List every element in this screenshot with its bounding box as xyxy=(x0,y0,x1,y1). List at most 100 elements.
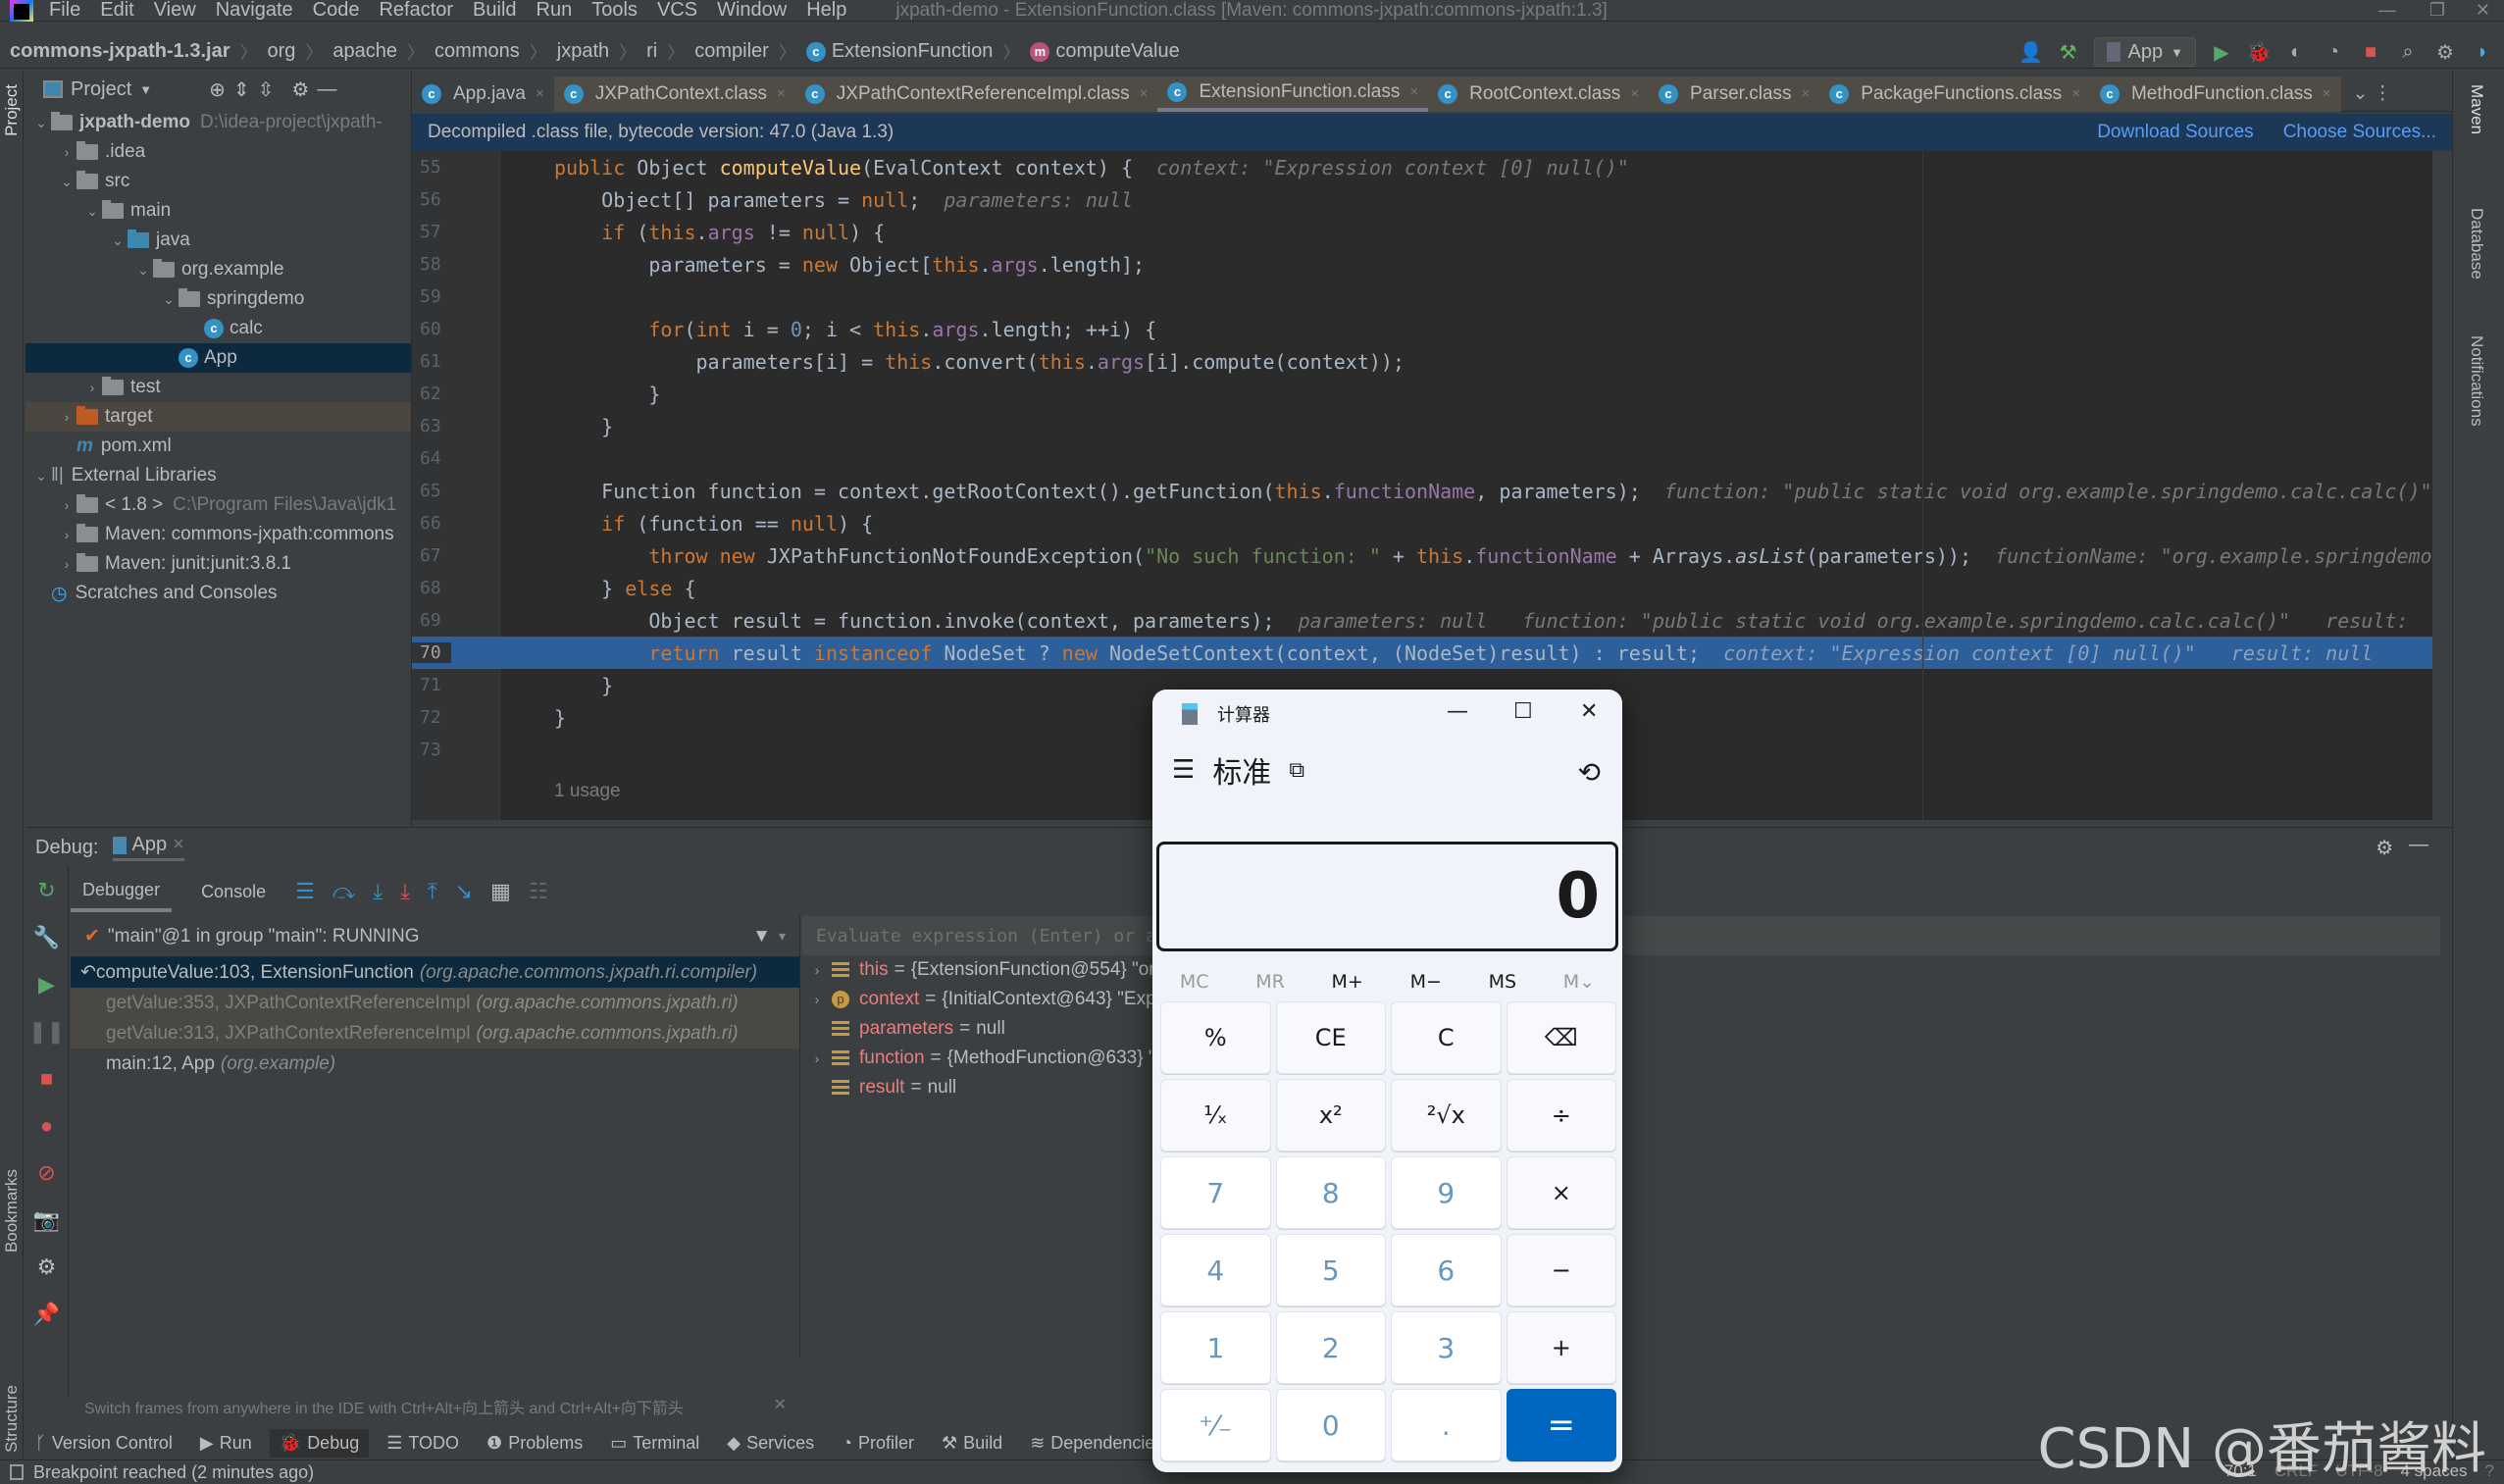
key-sqrt[interactable]: ²√x xyxy=(1391,1079,1502,1151)
menu-help[interactable]: Help xyxy=(806,0,846,22)
hamburger-menu-icon[interactable]: ☰ xyxy=(1172,755,1195,785)
chevron-down-icon[interactable]: ⌄ xyxy=(31,115,51,131)
key-0[interactable]: 0 xyxy=(1275,1389,1386,1461)
pin-tab-icon[interactable]: 📌 xyxy=(26,1291,68,1338)
force-step-into-icon[interactable]: ⤓ xyxy=(400,879,410,904)
key-add[interactable]: + xyxy=(1506,1311,1616,1384)
settings-gear-icon[interactable]: ⚙ xyxy=(2433,40,2457,64)
chevron-right-icon[interactable]: › xyxy=(802,962,832,978)
key-subtract[interactable]: − xyxy=(1506,1234,1616,1306)
hide-icon[interactable]: — xyxy=(317,78,336,101)
download-sources-link[interactable]: Download Sources xyxy=(2097,122,2253,143)
menu-navigate[interactable]: Navigate xyxy=(216,0,293,22)
menu-file[interactable]: File xyxy=(49,0,80,22)
close-tab-icon[interactable]: × xyxy=(1630,85,1639,102)
key-decimal[interactable]: . xyxy=(1391,1389,1502,1461)
collapse-all-icon[interactable]: ⇳ xyxy=(258,77,275,102)
trace-stream-icon[interactable]: ☷ xyxy=(529,879,548,904)
breadcrumb-org[interactable]: org xyxy=(268,39,296,65)
show-execution-point-icon[interactable]: ☰ xyxy=(295,879,315,904)
debug-icon[interactable]: 🐞 xyxy=(2247,40,2272,64)
get-thread-dump-icon[interactable]: 📷 xyxy=(26,1197,68,1244)
evaluate-expression-icon[interactable]: ▦ xyxy=(490,879,511,904)
key-4[interactable]: 4 xyxy=(1160,1234,1271,1306)
key-8[interactable]: 8 xyxy=(1275,1156,1386,1229)
thread-dropdown-icon[interactable]: ▾ xyxy=(779,928,786,945)
view-breakpoints-icon[interactable]: ● xyxy=(26,1102,68,1150)
calc-maximize-icon[interactable]: ☐ xyxy=(1513,699,1533,724)
menu-view[interactable]: View xyxy=(154,0,196,22)
menu-edit[interactable]: Edit xyxy=(100,0,133,22)
resume-icon[interactable]: ▶ xyxy=(26,961,68,1008)
close-session-icon[interactable]: × xyxy=(173,834,184,856)
code-line[interactable]: 57 if (this.args != null) { xyxy=(412,216,2432,248)
debug-session-tab[interactable]: App × xyxy=(112,834,184,861)
chevron-down-icon[interactable]: ⌄ xyxy=(108,232,128,249)
toolwindow-debug[interactable]: 🐞 Debug xyxy=(269,1428,370,1458)
search-icon[interactable]: ⌕ xyxy=(2396,40,2420,64)
close-icon[interactable]: ✕ xyxy=(2476,0,2490,21)
tab-app-java[interactable]: c App.java × xyxy=(412,76,554,112)
stack-frame[interactable]: ↶ computeValue:103, ExtensionFunction (or… xyxy=(71,957,799,988)
key-2[interactable]: 2 xyxy=(1275,1311,1386,1384)
key-clear-entry[interactable]: CE xyxy=(1275,1001,1386,1074)
tab-extensionfunction-class[interactable]: c ExtensionFunction.class × xyxy=(1157,76,1429,112)
toolwindow-services[interactable]: ◆ Services xyxy=(717,1429,824,1458)
close-tab-icon[interactable]: × xyxy=(2071,85,2080,102)
code-line[interactable]: 60 for(int i = 0; i < this.args.length; … xyxy=(412,313,2432,345)
locate-icon[interactable]: ⊕ xyxy=(209,77,226,102)
breadcrumb-jxpath[interactable]: jxpath xyxy=(557,39,609,65)
toolwindow-profiler[interactable]: ◔ Profiler xyxy=(832,1429,924,1458)
code-line[interactable]: 55 public Object computeValue(EvalContext… xyxy=(412,151,2432,183)
chevron-right-icon[interactable]: › xyxy=(802,992,832,1007)
code-line[interactable]: 64 xyxy=(412,442,2432,475)
toolwindow-build[interactable]: ⚒ Build xyxy=(932,1429,1012,1458)
maven-stripe-button[interactable]: Maven xyxy=(2467,84,2486,134)
memory-ms-button[interactable]: MS xyxy=(1489,971,1516,993)
project-stripe-button[interactable]: Project xyxy=(2,84,22,136)
jetbrains-toolbox-icon[interactable]: ◗ xyxy=(2471,40,2494,64)
stack-frame[interactable]: getValue:353, JXPathContextReferenceImpl… xyxy=(71,988,799,1018)
profile-icon[interactable]: ◔ xyxy=(2322,40,2345,64)
stack-frame[interactable]: main:12, App (org.example) xyxy=(71,1049,799,1079)
key-clear[interactable]: C xyxy=(1391,1001,1502,1074)
chevron-right-icon[interactable]: › xyxy=(802,1050,832,1066)
minimize-icon[interactable]: — xyxy=(2378,0,2396,21)
user-icon[interactable]: 👤 xyxy=(2019,40,2043,64)
tree-item-maven-commons-jxpath-commons[interactable]: › Maven: commons-jxpath:commons xyxy=(26,520,411,549)
close-tip-icon[interactable]: ✕ xyxy=(774,1395,787,1418)
step-into-icon[interactable]: ⤓ xyxy=(373,879,383,904)
memory-m-button[interactable]: M− xyxy=(1410,971,1442,993)
coverage-icon[interactable]: ◐ xyxy=(2284,40,2308,64)
chevron-down-icon[interactable]: ⌄ xyxy=(31,468,51,485)
code-line[interactable]: 70 return result instanceof NodeSet ? ne… xyxy=(412,637,2432,669)
calc-minimize-icon[interactable]: — xyxy=(1447,699,1468,724)
tab-jxpathcontext-class[interactable]: c JXPathContext.class × xyxy=(553,76,795,112)
key-multiply[interactable]: × xyxy=(1506,1156,1616,1229)
hide-debug-icon[interactable]: — xyxy=(2409,834,2428,856)
key-percent[interactable]: % xyxy=(1160,1001,1271,1074)
history-icon[interactable]: ⟲ xyxy=(1578,756,1601,789)
close-tab-icon[interactable]: × xyxy=(1802,85,1811,102)
chevron-right-icon[interactable]: › xyxy=(57,144,77,160)
tree-item-src[interactable]: ⌄ src xyxy=(26,167,411,196)
memory-m-button[interactable]: M+ xyxy=(1332,971,1363,993)
tree-item--1-8-[interactable]: › < 1.8 > C:\Program Files\Java\jdk1 xyxy=(26,490,411,520)
debug-settings-gear-icon[interactable]: ⚙ xyxy=(26,1244,68,1291)
code-line[interactable]: 59 xyxy=(412,281,2432,313)
key-backspace[interactable]: ⌫ xyxy=(1506,1001,1616,1074)
tree-item-app[interactable]: c App xyxy=(26,343,411,373)
menu-code[interactable]: Code xyxy=(313,0,360,22)
keep-on-top-icon[interactable]: ⧉ xyxy=(1289,758,1304,783)
restore-icon[interactable]: ❐ xyxy=(2429,0,2445,21)
database-stripe-button[interactable]: Database xyxy=(2467,208,2486,280)
code-line[interactable]: 66 if (function == null) { xyxy=(412,507,2432,539)
key-negate[interactable]: ⁺⁄₋ xyxy=(1160,1389,1271,1461)
toolwindow-run[interactable]: ▶ Run xyxy=(190,1429,262,1458)
bookmarks-stripe-button[interactable]: Bookmarks xyxy=(2,1169,22,1253)
toolwindow-dependencies[interactable]: ≋ Dependencies xyxy=(1020,1429,1173,1458)
pause-icon[interactable]: ❚❚ xyxy=(26,1008,68,1055)
key-reciprocal[interactable]: ¹⁄ₓ xyxy=(1160,1079,1271,1151)
code-line[interactable]: 61 parameters[i] = this.convert(this.arg… xyxy=(412,345,2432,378)
key-square[interactable]: x² xyxy=(1275,1079,1386,1151)
